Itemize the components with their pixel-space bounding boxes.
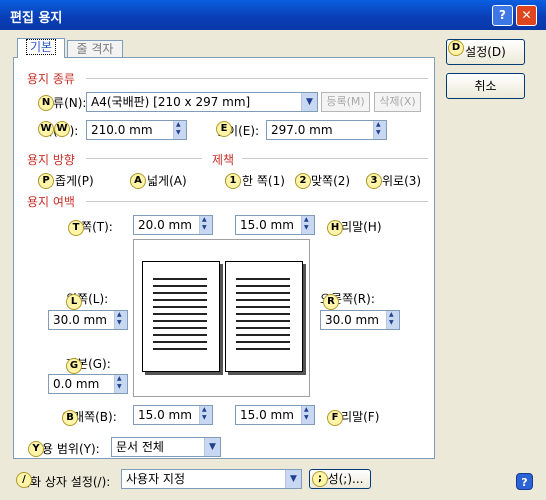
preview-text-line <box>236 327 290 329</box>
help-icon[interactable]: ? <box>516 473 533 490</box>
top-margin-spinner[interactable] <box>199 216 212 234</box>
preview-text-line <box>236 348 290 350</box>
hotkey-badge: B <box>62 410 78 426</box>
title-bar: 편집 용지 ? ✕ <box>0 0 546 30</box>
hotkey-badge: L <box>66 294 82 310</box>
paper-kind-select[interactable]: A4(국배판) [210 x 297 mm] <box>86 92 318 112</box>
width-spinner[interactable] <box>173 121 186 139</box>
right-margin-spinner[interactable] <box>386 311 399 329</box>
landscape-label: 넓게(A) <box>147 174 187 188</box>
dialog-window: 편집 용지 ? ✕ 기본 줄 격자 용지 종류 종류(N): N A4(국배판)… <box>0 0 546 500</box>
length-spinner[interactable] <box>373 121 386 139</box>
preview-text-line <box>153 313 207 315</box>
hotkey-badge: T <box>68 220 84 236</box>
header-margin-spinner[interactable] <box>301 216 314 234</box>
preview-text-line <box>153 334 207 336</box>
window-title: 편집 용지 <box>10 11 63 26</box>
hotkey-badge: H <box>327 220 343 236</box>
section-binding: 제책 <box>212 153 235 167</box>
length-input[interactable]: 297.0 mm <box>266 120 387 140</box>
preview-text-line <box>236 313 290 315</box>
hotkey-badge: A <box>130 173 146 189</box>
hotkey-badge: D <box>448 40 464 56</box>
preview-text-line <box>236 320 290 322</box>
hotkey-badge: E <box>216 121 232 137</box>
bottom-margin-spinner[interactable] <box>199 406 212 424</box>
section-paper-type: 용지 종류 <box>27 72 75 86</box>
dialog-setting-label: 대화 상자 설정(/): <box>19 475 111 489</box>
preview-text-line <box>153 341 207 343</box>
hotkey-badge: 1 <box>225 173 241 189</box>
hotkey-badge: W <box>54 121 70 137</box>
tab-basic[interactable]: 기본 <box>17 38 65 58</box>
preview-text-line <box>236 306 290 308</box>
width-input[interactable]: 210.0 mm <box>86 120 187 140</box>
preview-page-right <box>225 261 303 372</box>
preview-text-line <box>153 306 207 308</box>
register-button[interactable]: 등록(M) <box>321 92 370 112</box>
preview-text-line <box>153 320 207 322</box>
hotkey-badge: R <box>323 294 339 310</box>
divider <box>86 158 202 159</box>
chevron-down-icon[interactable]: ▼ <box>285 470 301 488</box>
preview-page-left <box>142 261 220 372</box>
divider <box>86 78 428 79</box>
preview-text-line <box>236 278 290 280</box>
divider <box>242 158 428 159</box>
preview-text-line <box>153 285 207 287</box>
cancel-button[interactable]: 취소 <box>446 73 525 99</box>
preview-text-line <box>153 327 207 329</box>
preview-text-line <box>236 285 290 287</box>
chevron-down-icon[interactable]: ▼ <box>301 93 317 111</box>
dialog-setting-select[interactable]: 사용자 지정 <box>121 469 302 489</box>
portrait-label: 좁게(P) <box>55 174 94 188</box>
preview-text-line <box>153 278 207 280</box>
section-orientation: 용지 방향 <box>27 153 75 167</box>
binding-single-label: 한 쪽(1) <box>242 174 285 188</box>
hotkey-badge: N <box>38 95 54 111</box>
preview-text-line <box>236 299 290 301</box>
chevron-down-icon[interactable]: ▼ <box>204 438 220 456</box>
close-icon[interactable]: ✕ <box>516 5 537 26</box>
hotkey-badge: G <box>66 358 82 374</box>
footer-margin-spinner[interactable] <box>301 406 314 424</box>
tab-line-grid[interactable]: 줄 격자 <box>67 40 123 58</box>
tab-basic-label: 기본 <box>25 39 57 55</box>
gutter-spinner[interactable] <box>114 375 127 393</box>
hotkey-badge: 3 <box>366 173 382 189</box>
hotkey-badge: F <box>327 410 343 426</box>
hotkey-badge: 2 <box>295 173 311 189</box>
delete-button[interactable]: 삭제(X) <box>374 92 421 112</box>
divider <box>86 201 428 202</box>
preview-text-line <box>236 292 290 294</box>
hotkey-badge: Y <box>28 441 44 457</box>
preview-text-line <box>153 299 207 301</box>
hotkey-badge: P <box>38 173 54 189</box>
hotkey-badge: ; <box>312 471 328 487</box>
preview-text-line <box>153 348 207 350</box>
section-margins: 용지 여백 <box>27 195 75 209</box>
preview-text-line <box>236 341 290 343</box>
page-preview <box>133 239 310 397</box>
hotkey-badge: W <box>38 121 54 137</box>
hotkey-badge: / <box>16 472 32 488</box>
binding-top-label: 위로(3) <box>382 174 422 188</box>
preview-text-line <box>236 334 290 336</box>
binding-facing-label: 맞쪽(2) <box>311 174 351 188</box>
left-margin-spinner[interactable] <box>114 311 127 329</box>
help-icon-button[interactable]: ? <box>492 5 513 26</box>
preview-text-line <box>153 292 207 294</box>
